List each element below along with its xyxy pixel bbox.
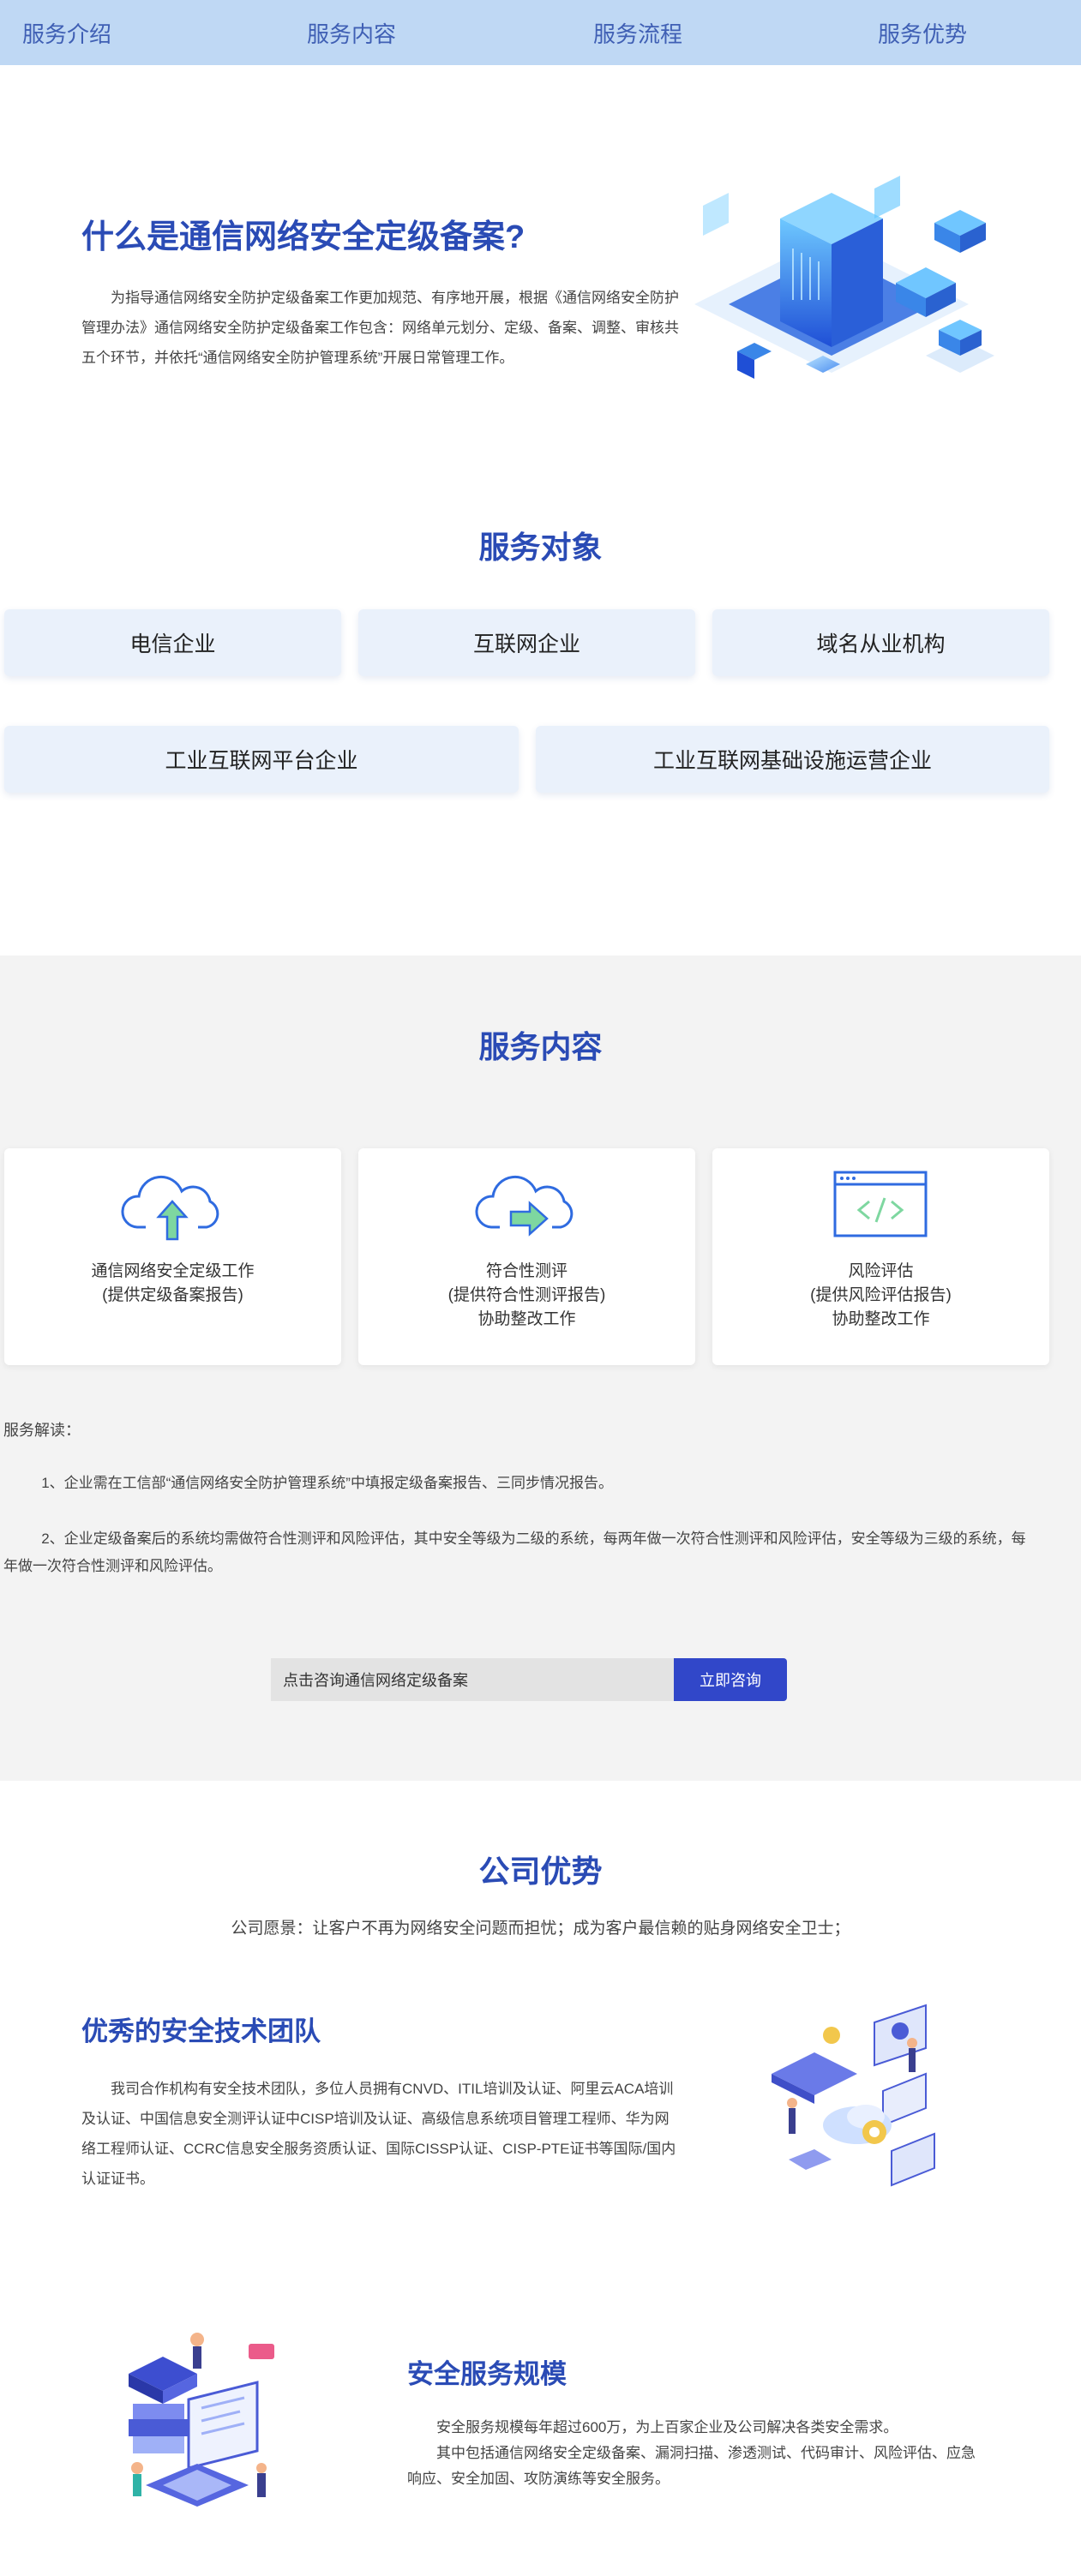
- nav-item-content[interactable]: 服务内容: [307, 17, 396, 49]
- content-card-compliance[interactable]: 符合性测评 (提供符合性测评报告) 协助整改工作: [358, 1148, 695, 1365]
- intro-text: 为指导通信网络安全防护定级备案工作更加规范、有序地开展，根据《通信网络安全防护管…: [81, 290, 679, 366]
- target-card-domain[interactable]: 域名从业机构: [712, 609, 1049, 676]
- team-title: 优秀的安全技术团队: [81, 2016, 321, 2046]
- interpretation-item-1: 1、企业需在工信部“通信网络安全防护管理系统”中填报定级备案报告、三同步情况报告…: [41, 1475, 613, 1491]
- content-card-grading[interactable]: 通信网络安全定级工作 (提供定级备案报告): [4, 1148, 341, 1365]
- scale-text-2: 其中包括通信网络安全定级备案、漏洞扫描、渗透测试、代码审计、风险评估、应急响应、…: [407, 2445, 976, 2487]
- interpretation-item-2: 2、企业定级备案后的系统均需做符合性测评和风险评估，其中安全等级为二级的系统，每…: [3, 1531, 1026, 1574]
- nav-item-advantage[interactable]: 服务优势: [878, 17, 967, 49]
- content-title: 服务内容: [478, 1029, 603, 1064]
- company-vision: 公司愿景：让客户不再为网络安全问题而担忧；成为客户最信赖的贴身网络安全卫士；: [231, 1920, 850, 1938]
- scale-text-1: 安全服务规模每年超过600万，为上百家企业及公司解决各类安全需求。: [436, 2419, 898, 2435]
- top-nav: 服务介绍 服务内容 服务流程 服务优势: [0, 0, 1081, 65]
- team-text: 我司合作机构有安全技术团队，多位人员拥有CNVD、ITIL培训及认证、阿里云AC…: [81, 2081, 676, 2187]
- cloud-transfer-icon: [475, 1175, 574, 1237]
- target-card-internet[interactable]: 互联网企业: [358, 609, 695, 676]
- consult-input[interactable]: 点击咨询通信网络定级备案: [271, 1658, 674, 1701]
- nav-item-intro[interactable]: 服务介绍: [22, 17, 111, 49]
- target-card-telecom[interactable]: 电信企业: [4, 609, 341, 676]
- nav-item-process[interactable]: 服务流程: [593, 17, 682, 49]
- scale-title: 安全服务规模: [407, 2359, 567, 2389]
- intro-title: 什么是通信网络安全定级备案?: [81, 219, 525, 255]
- interpretation-label: 服务解读：: [3, 1422, 81, 1439]
- code-window-icon: [833, 1171, 928, 1237]
- content-card-lines: 风险评估 (提供风险评估报告) 协助整改工作: [810, 1262, 952, 1328]
- server-isometric-illustration: [694, 176, 994, 379]
- target-card-industrial-infra[interactable]: 工业互联网基础设施运营企业: [536, 726, 1049, 793]
- service-content-section: [0, 956, 1081, 1781]
- content-card-lines: 符合性测评 (提供符合性测评报告) 协助整改工作: [447, 1262, 606, 1328]
- team-isometric-illustration: [772, 2004, 935, 2187]
- scale-isometric-illustration: [129, 2333, 274, 2507]
- advantage-title: 公司优势: [478, 1854, 603, 1889]
- content-card-risk[interactable]: 风险评估 (提供风险评估报告) 协助整改工作: [712, 1148, 1049, 1365]
- consult-button[interactable]: 立即咨询: [674, 1658, 787, 1701]
- content-card-lines: 通信网络安全定级工作 (提供定级备案报告): [91, 1262, 255, 1304]
- cloud-upload-icon: [121, 1175, 219, 1241]
- targets-title: 服务对象: [478, 530, 603, 565]
- target-card-industrial-platform[interactable]: 工业互联网平台企业: [4, 726, 519, 793]
